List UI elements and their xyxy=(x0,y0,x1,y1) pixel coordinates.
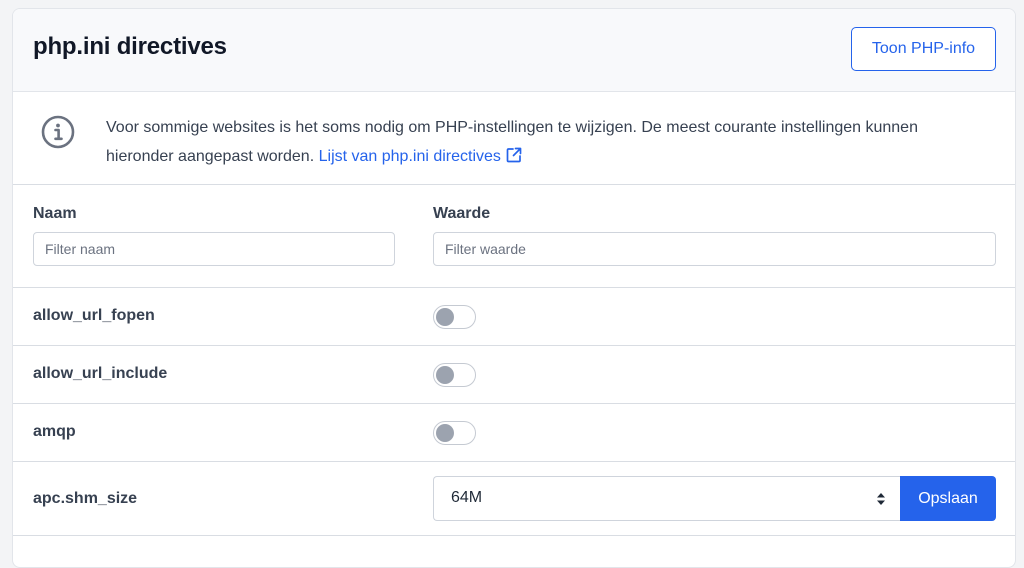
directive-name: apc.shm_size xyxy=(33,490,138,507)
card-header: php.ini directives Toon PHP-info xyxy=(13,9,1015,92)
php-ini-card: php.ini directives Toon PHP-info Voor so… xyxy=(12,8,1016,568)
select-value: 64M xyxy=(451,489,483,506)
toggle-knob xyxy=(436,424,454,442)
info-circle-icon xyxy=(41,115,75,149)
filter-value-input[interactable] xyxy=(433,232,996,266)
allow-url-fopen-toggle[interactable] xyxy=(433,305,476,329)
amqp-toggle[interactable] xyxy=(433,421,476,445)
php-ini-directives-link-label: Lijst van php.ini directives xyxy=(318,148,501,165)
info-alert: Voor sommige websites is het soms nodig … xyxy=(13,92,1015,185)
external-link-icon xyxy=(506,147,522,163)
directive-name: amqp xyxy=(33,423,76,440)
filter-name-input[interactable] xyxy=(33,232,395,266)
info-text: Voor sommige websites is het soms nodig … xyxy=(106,113,986,171)
sort-arrows-icon xyxy=(877,493,885,505)
directive-row-allow-url-fopen: allow_url_fopen xyxy=(13,288,1015,346)
name-column-label: Naam xyxy=(33,205,77,222)
toggle-knob xyxy=(436,366,454,384)
filter-row: Naam Waarde xyxy=(13,185,1015,288)
directive-row-allow-url-include: allow_url_include xyxy=(13,346,1015,404)
allow-url-include-toggle[interactable] xyxy=(433,363,476,387)
directive-name: allow_url_include xyxy=(33,365,168,382)
directive-row-apc-shm-size: apc.shm_size 64M Opslaan xyxy=(13,462,1015,536)
save-button[interactable]: Opslaan xyxy=(900,476,996,521)
php-ini-directives-link[interactable]: Lijst van php.ini directives xyxy=(318,147,523,165)
page-title: php.ini directives xyxy=(33,33,227,60)
apc-shm-size-select[interactable]: 64M xyxy=(433,476,900,521)
toggle-knob xyxy=(436,308,454,326)
value-column-label: Waarde xyxy=(433,205,491,222)
directive-name: allow_url_fopen xyxy=(33,307,155,324)
directive-row-amqp: amqp xyxy=(13,404,1015,462)
show-php-info-button[interactable]: Toon PHP-info xyxy=(851,27,996,71)
